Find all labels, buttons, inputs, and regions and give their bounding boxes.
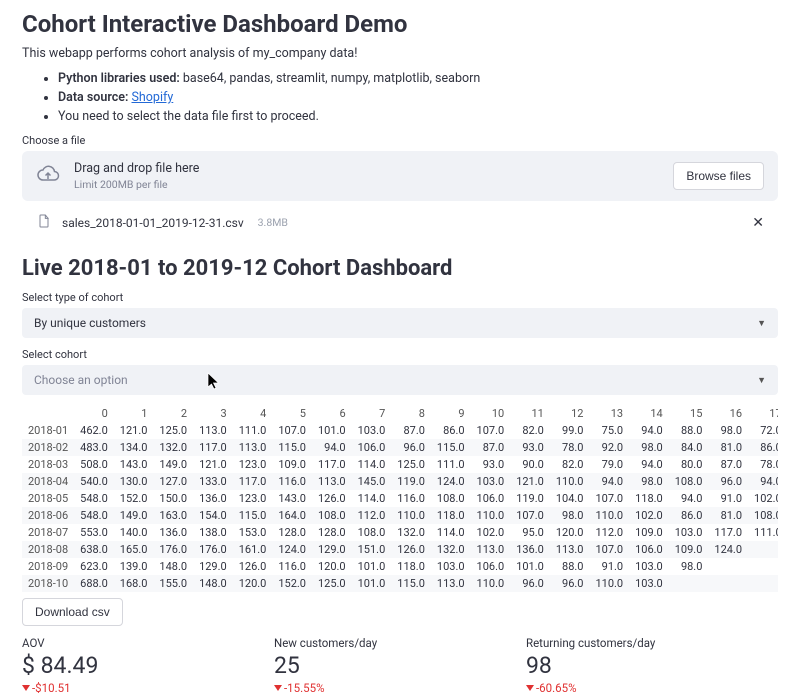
drop-hint: Drag and drop file here: [74, 161, 199, 176]
arrow-down-icon: [526, 685, 534, 691]
table-header: 4: [233, 405, 273, 422]
file-icon: [36, 213, 52, 232]
list-item-label: Python libraries used:: [58, 71, 183, 86]
cohort-select[interactable]: Choose an option ▼: [22, 365, 778, 395]
table-row: 2018-06548.0149.0163.0154.0115.0164.0108…: [22, 507, 778, 524]
list-item-label: Data source:: [58, 90, 132, 105]
table-header: 5: [272, 405, 312, 422]
select-placeholder: Choose an option: [34, 373, 128, 387]
table-header: 12: [550, 405, 590, 422]
metric-label: New customers/day: [274, 636, 526, 650]
list-item: Python libraries used: base64, pandas, s…: [58, 71, 778, 86]
table-header: 17: [748, 405, 778, 422]
metric-aov: AOV $ 84.49 -$10.51: [22, 636, 274, 695]
chevron-down-icon: ▼: [757, 375, 766, 386]
table-header: 8: [391, 405, 431, 422]
download-csv-button[interactable]: Download csv: [22, 598, 123, 626]
metric-label: Returning customers/day: [526, 636, 778, 650]
table-header: 9: [431, 405, 471, 422]
table-row: 2018-07553.0140.0136.0138.0153.0128.0128…: [22, 524, 778, 541]
uploaded-file-size: 3.8MB: [258, 216, 288, 229]
table-row: 2018-04540.0130.0127.0133.0117.0116.0113…: [22, 473, 778, 490]
table-header: 16: [708, 405, 748, 422]
table-header: 0: [74, 405, 114, 422]
table-row: 2018-08638.0165.0176.0176.0161.0124.0129…: [22, 541, 778, 558]
chevron-down-icon: ▼: [757, 318, 766, 329]
dashboard-title: Live 2018-01 to 2019-12 Cohort Dashboard: [22, 256, 778, 281]
table-header: 2: [153, 405, 193, 422]
limit-hint: Limit 200MB per file: [74, 178, 199, 191]
cohort-type-select[interactable]: By unique customers ▼: [22, 308, 778, 338]
metric-value: $ 84.49: [22, 652, 274, 679]
metric-delta: -60.65%: [526, 681, 778, 695]
select-value: By unique customers: [34, 316, 146, 330]
select-cohort-label: Select cohort: [22, 348, 778, 361]
table-header: 14: [629, 405, 669, 422]
list-item: You need to select the data file first t…: [58, 109, 778, 124]
data-source-link[interactable]: Shopify: [132, 90, 174, 105]
table-row: 2018-03508.0143.0149.0121.0123.0109.0117…: [22, 456, 778, 473]
uploaded-file-name: sales_2018-01-01_2019-12-31.csv: [62, 216, 244, 230]
table-row: 2018-01462.0121.0125.0113.0111.0107.0101…: [22, 422, 778, 439]
info-list: Python libraries used: base64, pandas, s…: [22, 71, 778, 124]
table-header: 15: [669, 405, 709, 422]
table-row: 2018-05548.0152.0150.0136.0123.0143.0126…: [22, 490, 778, 507]
file-uploader[interactable]: Drag and drop file here Limit 200MB per …: [22, 151, 778, 201]
metric-label: AOV: [22, 636, 274, 650]
metric-new-customers: New customers/day 25 -15.55%: [274, 636, 526, 695]
page-description: This webapp performs cohort analysis of …: [22, 46, 778, 61]
table-header: 6: [312, 405, 352, 422]
arrow-down-icon: [22, 685, 30, 691]
remove-file-button[interactable]: ✕: [752, 215, 764, 231]
metric-value: 25: [274, 652, 526, 679]
metric-returning-customers: Returning customers/day 98 -60.65%: [526, 636, 778, 695]
table-header: 1: [114, 405, 154, 422]
select-type-label: Select type of cohort: [22, 291, 778, 304]
cloud-upload-icon: [36, 162, 60, 190]
arrow-down-icon: [274, 685, 282, 691]
table-header: 11: [510, 405, 550, 422]
table-header: 10: [471, 405, 511, 422]
table-header: 13: [589, 405, 629, 422]
table-row: 2018-02483.0134.0132.0117.0113.0115.094.…: [22, 439, 778, 456]
page-title: Cohort Interactive Dashboard Demo: [22, 10, 778, 38]
metric-delta: -$10.51: [22, 681, 274, 695]
table-row: 2018-10688.0168.0155.0148.0120.0152.0125…: [22, 575, 778, 592]
uploader-label: Choose a file: [22, 134, 778, 147]
metrics-row: AOV $ 84.49 -$10.51 New customers/day 25…: [22, 636, 778, 695]
table-header: 7: [352, 405, 392, 422]
metric-value: 98: [526, 652, 778, 679]
list-item-value: base64, pandas, streamlit, numpy, matplo…: [183, 71, 480, 86]
table-row: 2018-09623.0139.0148.0129.0126.0116.0120…: [22, 558, 778, 575]
cohort-table[interactable]: 012345678910111213141516171819 2018-0146…: [22, 405, 778, 592]
browse-files-button[interactable]: Browse files: [673, 162, 764, 190]
list-item: Data source: Shopify: [58, 90, 778, 105]
metric-delta: -15.55%: [274, 681, 526, 695]
table-header: 3: [193, 405, 233, 422]
uploaded-file-row: sales_2018-01-01_2019-12-31.csv 3.8MB ✕: [22, 209, 778, 238]
